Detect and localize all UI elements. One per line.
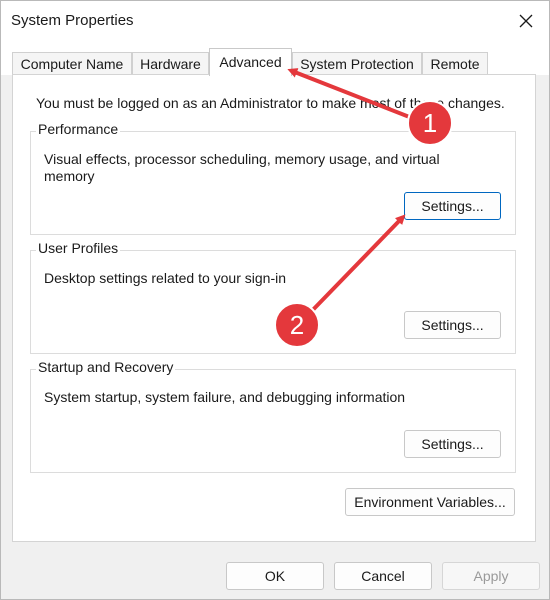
environment-variables-button[interactable]: Environment Variables... <box>345 488 515 516</box>
title-bar: System Properties <box>1 1 549 41</box>
system-properties-window: System Properties Computer Name Hardware… <box>0 0 550 600</box>
apply-button[interactable]: Apply <box>442 562 540 590</box>
close-icon <box>519 14 533 28</box>
startup-recovery-settings-button[interactable]: Settings... <box>404 430 501 458</box>
advanced-tab-panel: You must be logged on as an Administrato… <box>12 74 536 542</box>
tab-system-protection[interactable]: System Protection <box>292 52 422 74</box>
admin-notice: You must be logged on as an Administrato… <box>36 95 505 111</box>
user-profiles-description: Desktop settings related to your sign-in <box>44 270 287 286</box>
tab-advanced[interactable]: Advanced <box>209 48 292 76</box>
tab-strip: Computer Name Hardware Advanced System P… <box>1 41 549 76</box>
window-title: System Properties <box>11 12 134 29</box>
cancel-button[interactable]: Cancel <box>334 562 432 590</box>
ok-button[interactable]: OK <box>226 562 324 590</box>
startup-recovery-group-label: Startup and Recovery <box>36 359 176 375</box>
user-profiles-settings-button[interactable]: Settings... <box>404 311 501 339</box>
performance-group: Performance Visual effects, processor sc… <box>30 121 516 235</box>
startup-recovery-group: Startup and Recovery System startup, sys… <box>30 359 516 473</box>
tab-remote[interactable]: Remote <box>422 52 488 74</box>
user-profiles-group-label: User Profiles <box>36 240 121 256</box>
performance-description: Visual effects, processor scheduling, me… <box>44 151 440 184</box>
performance-group-label: Performance <box>36 121 121 137</box>
user-profiles-group: User Profiles Desktop settings related t… <box>30 240 516 354</box>
performance-settings-button[interactable]: Settings... <box>404 192 501 220</box>
startup-recovery-description: System startup, system failure, and debu… <box>44 389 406 405</box>
tab-computer-name[interactable]: Computer Name <box>12 52 132 74</box>
tab-hardware[interactable]: Hardware <box>132 52 209 74</box>
close-button[interactable] <box>503 1 549 41</box>
